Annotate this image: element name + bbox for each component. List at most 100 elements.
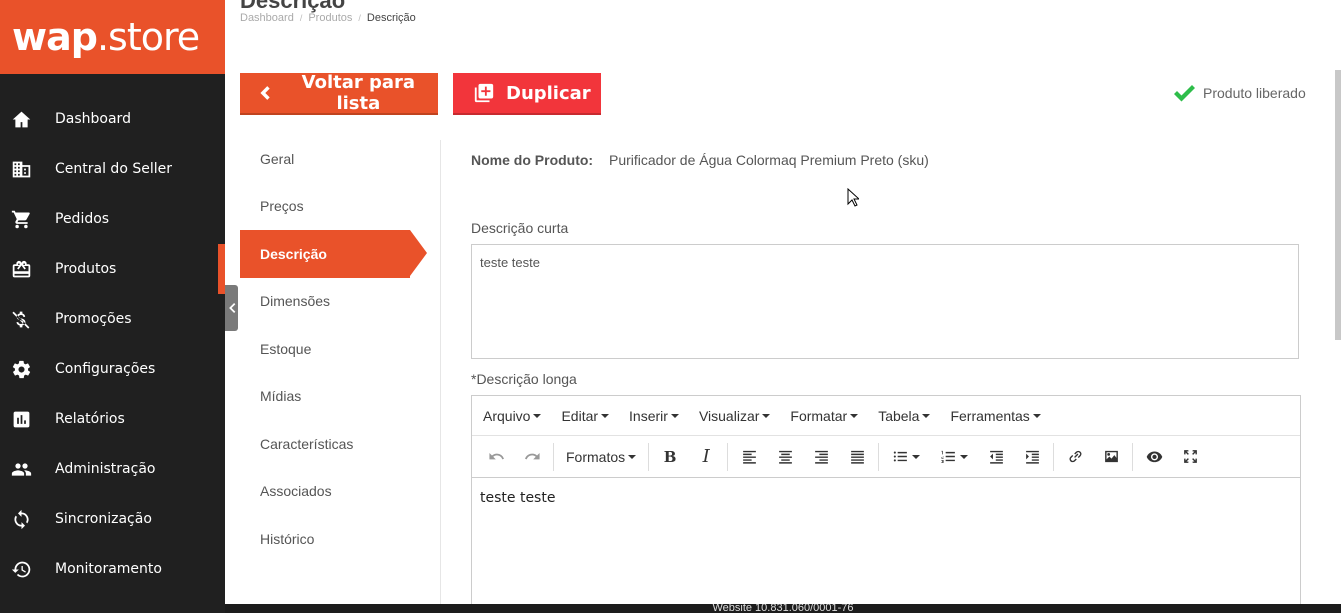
link-button[interactable]	[1057, 442, 1093, 472]
page-scrollbar[interactable]	[1335, 70, 1341, 340]
sidebar-item-dashboard[interactable]: Dashboard	[0, 94, 225, 144]
box-icon	[10, 258, 32, 280]
tab-historico[interactable]: Histórico	[240, 515, 410, 563]
numbered-list-icon	[941, 450, 955, 463]
breadcrumb-dashboard[interactable]: Dashboard	[240, 12, 294, 24]
align-left-icon	[742, 450, 756, 464]
undo-button[interactable]	[478, 442, 514, 472]
sidebar-item-promocoes[interactable]: Promoções	[0, 294, 225, 344]
building-icon	[10, 158, 32, 180]
align-left-button[interactable]	[731, 442, 767, 472]
tab-descricao[interactable]: Descrição	[240, 230, 427, 278]
sidebar-item-administracao[interactable]: Administração	[0, 444, 225, 494]
home-icon	[10, 108, 32, 130]
back-to-list-label: Voltar para lista	[301, 72, 416, 114]
sidebar-item-label: Promoções	[55, 311, 132, 327]
chevron-left-icon	[260, 86, 270, 100]
menu-visualizar[interactable]: Visualizar	[692, 408, 777, 424]
align-right-button[interactable]	[803, 442, 839, 472]
sidebar-item-label: Sincronização	[55, 511, 152, 527]
duplicate-label: Duplicar	[506, 82, 591, 104]
sidebar-item-relatorios[interactable]: Relatórios	[0, 394, 225, 444]
breadcrumb-current: Descrição	[366, 12, 416, 24]
redo-button[interactable]	[514, 442, 550, 472]
eye-icon	[1146, 451, 1162, 463]
menu-formatar[interactable]: Formatar	[783, 408, 865, 424]
menu-editar[interactable]: Editar	[554, 408, 616, 424]
toolbar-separator	[1053, 442, 1055, 471]
mouse-cursor-icon	[847, 188, 859, 207]
image-icon	[1104, 450, 1118, 463]
tab-midias[interactable]: Mídias	[240, 373, 410, 421]
duplicate-icon	[474, 83, 494, 103]
short-description-label: Descrição curta	[471, 220, 569, 236]
sidebar-item-central-do-seller[interactable]: Central do Seller	[0, 144, 225, 194]
tab-dimensoes[interactable]: Dimensões	[240, 278, 410, 326]
fullscreen-icon	[1183, 450, 1197, 463]
sidebar-item-label: Central do Seller	[55, 161, 172, 177]
indent-icon	[1025, 450, 1039, 464]
menu-tabela[interactable]: Tabela	[871, 408, 937, 424]
clock-icon	[10, 558, 32, 580]
breadcrumb-separator: /	[358, 13, 361, 23]
bullet-list-button[interactable]	[882, 442, 930, 472]
image-button[interactable]	[1093, 442, 1129, 472]
numbered-list-button[interactable]	[930, 442, 978, 472]
logo[interactable]: wap.store	[0, 0, 225, 74]
breadcrumb: Dashboard / Produtos / Descrição	[240, 12, 416, 24]
menu-inserir[interactable]: Inserir	[622, 408, 686, 424]
tab-precos[interactable]: Preços	[240, 183, 410, 231]
breadcrumb-produtos[interactable]: Produtos	[308, 12, 352, 24]
align-justify-icon	[850, 450, 864, 464]
sidebar-item-label: Dashboard	[55, 111, 131, 127]
bold-icon: B	[663, 447, 677, 466]
link-icon	[1069, 450, 1082, 463]
users-icon	[10, 458, 32, 480]
sidebar-item-label: Configurações	[55, 361, 156, 377]
status-indicator: Produto liberado	[1174, 84, 1306, 102]
tab-geral[interactable]: Geral	[240, 135, 410, 183]
italic-button[interactable]: I	[688, 442, 724, 472]
fullscreen-button[interactable]	[1172, 442, 1208, 472]
tab-estoque[interactable]: Estoque	[240, 325, 410, 373]
sidebar-item-configuracoes[interactable]: Configurações	[0, 344, 225, 394]
sidebar-item-label: Produtos	[55, 261, 117, 277]
sidebar-item-monitoramento[interactable]: Monitoramento	[0, 544, 225, 594]
duplicate-button[interactable]: Duplicar	[453, 73, 601, 115]
align-justify-button[interactable]	[839, 442, 875, 472]
tab-associados[interactable]: Associados	[240, 468, 410, 516]
sidebar-collapse-toggle[interactable]	[225, 285, 238, 331]
sidebar-item-sincronizacao[interactable]: Sincronização	[0, 494, 225, 544]
preview-button[interactable]	[1136, 442, 1172, 472]
sidebar-item-label: Monitoramento	[55, 561, 162, 577]
menu-arquivo[interactable]: Arquivo	[476, 408, 548, 424]
back-to-list-button[interactable]: Voltar para lista	[240, 72, 438, 115]
indent-button[interactable]	[1014, 442, 1050, 472]
short-description-field[interactable]: teste teste	[471, 244, 1299, 359]
rich-text-editor: Arquivo Editar Inserir Visualizar Format…	[471, 395, 1301, 613]
toolbar-separator	[727, 442, 729, 471]
status-label: Produto liberado	[1203, 85, 1306, 101]
bold-button[interactable]: B	[652, 442, 688, 472]
gear-icon	[10, 358, 32, 380]
outdent-button[interactable]	[978, 442, 1014, 472]
toolbar-separator	[553, 442, 554, 471]
editor-content-area[interactable]: teste teste	[472, 478, 1300, 613]
undo-icon	[488, 452, 504, 460]
long-description-label: *Descrição longa	[471, 371, 577, 387]
product-name-label: Nome do Produto:	[471, 152, 594, 168]
breadcrumb-separator: /	[299, 13, 303, 23]
bullet-list-icon	[893, 451, 907, 462]
footer-bar: Website 10.831.060/0001-76	[225, 604, 1341, 613]
align-center-button[interactable]	[767, 442, 803, 472]
editor-toolbar: Formatos B I	[472, 436, 1300, 478]
align-right-icon	[814, 450, 828, 464]
editor-menubar: Arquivo Editar Inserir Visualizar Format…	[472, 396, 1300, 436]
sidebar-item-pedidos[interactable]: Pedidos	[0, 194, 225, 244]
menu-ferramentas[interactable]: Ferramentas	[943, 408, 1047, 424]
formats-dropdown[interactable]: Formatos	[557, 449, 645, 465]
check-icon	[1174, 85, 1195, 102]
sidebar-item-produtos[interactable]: Produtos	[0, 244, 225, 294]
tab-caracteristicas[interactable]: Características	[240, 420, 410, 468]
dollar-icon	[10, 308, 32, 330]
